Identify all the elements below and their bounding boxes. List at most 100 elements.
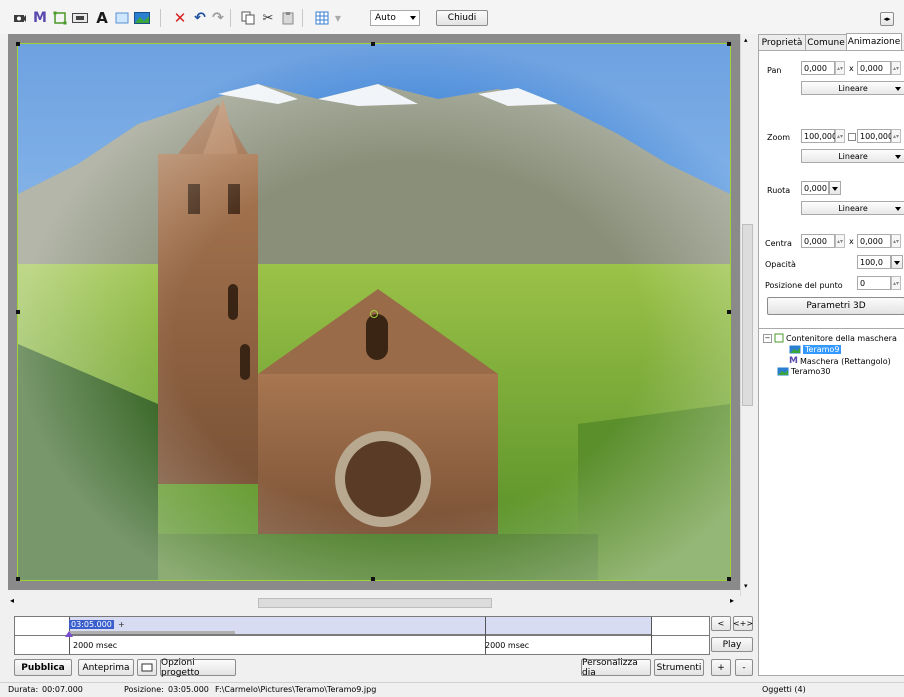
horizontal-scrollbar[interactable]: ◂ ▸ [8, 596, 740, 608]
grid-dropdown-icon[interactable]: ▼ [330, 10, 346, 26]
mask-tool-icon[interactable]: M [32, 10, 48, 26]
opacity-dropdown[interactable] [891, 255, 903, 269]
tab-comune[interactable]: Comune [805, 34, 847, 50]
chevron-down-icon [832, 187, 838, 191]
play-button[interactable]: Play [711, 637, 753, 652]
camera-icon[interactable] [12, 10, 28, 26]
vertical-scrollbar[interactable]: ▴ ▾ [740, 34, 753, 596]
customize-slide-button[interactable]: Personalizza dia [581, 658, 651, 678]
tools-button[interactable]: Strumenti [654, 659, 704, 676]
resize-handle[interactable] [371, 577, 375, 581]
spinner-icon[interactable]: ▴▾ [891, 129, 901, 143]
add-object-button[interactable]: + [711, 659, 731, 676]
resize-handle[interactable] [16, 42, 20, 46]
grid-icon[interactable] [314, 10, 330, 26]
image-tool-icon[interactable] [134, 10, 150, 26]
rectangle-tool-icon[interactable] [114, 10, 130, 26]
panel-scroll-button[interactable]: ◂▸ [880, 12, 894, 26]
zoom-y-input[interactable]: 100,000 [857, 129, 893, 143]
scroll-right-icon[interactable]: ▸ [730, 596, 734, 605]
tree-item-teramo30[interactable]: Teramo30 [777, 367, 831, 376]
resize-handle[interactable] [727, 42, 731, 46]
resize-handle[interactable] [16, 310, 20, 314]
tree-item-label: Contenitore della maschera [786, 333, 897, 343]
toolbar-separator [302, 9, 303, 27]
tree-item-teramo9[interactable]: Teramo9 [789, 345, 842, 354]
chevron-down-icon [895, 207, 901, 211]
tree-item-label: Teramo30 [791, 367, 831, 376]
spinner-icon[interactable]: ▴▾ [835, 234, 845, 248]
center-point-handle[interactable] [370, 310, 378, 318]
spinner-icon[interactable]: ▴▾ [835, 129, 845, 143]
time-marker[interactable]: 03:05.000 [69, 620, 114, 629]
paste-icon[interactable] [280, 10, 296, 26]
opacity-input[interactable]: 100,0 [857, 255, 891, 269]
image-icon [777, 367, 789, 376]
point-position-label: Posizione del punto [765, 281, 843, 290]
toolbar-separator [160, 9, 161, 27]
slides-icon [141, 663, 153, 672]
scroll-left-icon[interactable]: ◂ [10, 596, 14, 605]
button-tool-icon[interactable] [72, 10, 88, 26]
spinner-icon[interactable]: ▴▾ [835, 61, 845, 75]
rotate-interpolation-select[interactable]: Lineare [801, 201, 904, 215]
redo-icon[interactable]: ↷ [210, 10, 226, 26]
remove-object-button[interactable]: - [735, 659, 753, 676]
tab-animazione[interactable]: Animazione [846, 33, 902, 50]
slide-view-button[interactable] [137, 659, 157, 676]
playhead-icon[interactable] [65, 631, 73, 637]
pan-y-input[interactable]: 0,000 [857, 61, 891, 75]
time-marker-suffix: + [118, 620, 125, 629]
frame-tool-icon[interactable] [52, 10, 68, 26]
add-keyframe-button[interactable]: <+> [733, 616, 753, 631]
scroll-up-icon[interactable]: ▴ [744, 36, 748, 44]
collapse-icon[interactable]: − [763, 333, 772, 343]
tree-item-mask-container[interactable]: − Contenitore della maschera [763, 333, 897, 343]
cut-icon[interactable]: ✂ [260, 10, 276, 26]
mode-select[interactable]: Auto [370, 10, 420, 26]
mask-container-icon [774, 333, 784, 343]
spinner-icon[interactable]: ▴▾ [891, 276, 901, 290]
scroll-down-icon[interactable]: ▾ [744, 582, 748, 590]
chevron-down-icon [410, 16, 416, 20]
horizontal-scroll-thumb[interactable] [258, 598, 492, 608]
copy-icon[interactable] [240, 10, 256, 26]
resize-handle[interactable] [371, 42, 375, 46]
spinner-icon[interactable]: ▴▾ [891, 61, 901, 75]
preview-button[interactable]: Anteprima [78, 659, 134, 676]
delete-icon[interactable]: ✕ [172, 9, 188, 27]
undo-icon[interactable]: ↶ [192, 10, 208, 26]
tab-proprieta[interactable]: Proprietà [758, 34, 806, 50]
pan-interpolation-select[interactable]: Lineare [801, 81, 904, 95]
project-options-button[interactable]: Opzioni progetto [160, 658, 236, 678]
spinner-icon[interactable]: ▴▾ [891, 234, 901, 248]
zoom-link-checkbox[interactable] [848, 133, 856, 141]
tree-item-mask-rectangle[interactable]: M Maschera (Rettangolo) [789, 356, 891, 366]
zoom-interpolation-select[interactable]: Lineare [801, 149, 904, 163]
slide-duration: 2000 msec [485, 641, 530, 650]
rotate-interpolation-value: Lineare [838, 203, 868, 213]
rotate-dropdown[interactable] [829, 181, 841, 195]
resize-handle[interactable] [727, 577, 731, 581]
slide-canvas[interactable] [8, 34, 740, 590]
params-3d-button[interactable]: Parametri 3D [767, 297, 904, 315]
center-x-input[interactable]: 0,000 [801, 234, 835, 248]
rotate-input[interactable]: 0,000 [801, 181, 829, 195]
vertical-scroll-thumb[interactable] [742, 224, 753, 406]
center-y-input[interactable]: 0,000 [857, 234, 891, 248]
slide-duration: 2000 msec [73, 641, 118, 650]
pan-x-input[interactable]: 0,000 [801, 61, 835, 75]
prev-slide-button[interactable]: < [711, 616, 731, 631]
timeline[interactable]: 03:05.000 + 2000 msec 2000 msec [14, 616, 710, 655]
close-button[interactable]: Chiudi [436, 10, 488, 26]
text-tool-icon[interactable]: A [94, 9, 110, 27]
resize-handle[interactable] [16, 577, 20, 581]
image-icon [789, 345, 801, 354]
pan-separator: x [849, 64, 854, 73]
resize-handle[interactable] [727, 310, 731, 314]
zoom-interpolation-value: Lineare [838, 151, 868, 161]
point-position-input[interactable]: 0 [857, 276, 891, 290]
publish-button[interactable]: Pubblica [14, 659, 72, 676]
animation-tab-content: Pan 0,000 ▴▾ x 0,000 ▴▾ Lineare Zoom 100… [758, 50, 904, 330]
zoom-x-input[interactable]: 100,000 [801, 129, 837, 143]
